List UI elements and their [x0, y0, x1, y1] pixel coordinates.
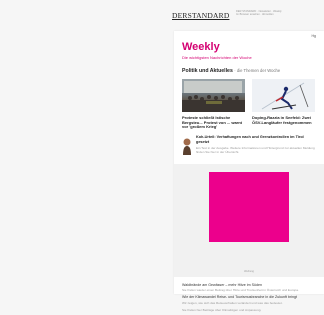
list-item-title: Koh-Urteil: Verhaftungen nach und Grenzk… [196, 135, 304, 144]
section-heading: Politik und Aktuelles · die Themen der W… [182, 68, 280, 74]
list-item-title[interactable]: Waldbrände am Gewässer – mehr Hitze im S… [182, 283, 324, 287]
header-meta-line[interactable]: Im Browser ansehen · Abmelden [236, 13, 282, 16]
section-title: Politik und Aktuelles [182, 68, 233, 74]
list-item-text: Wir zeigen, wie sich das Reiseverhalten … [182, 300, 283, 305]
list-item-text: Ein Text in der Ausgabe. Weitere Informa… [196, 146, 315, 154]
story-caption[interactable]: Doping-Razzia in Seefeld: Zwei ÖSV-Langl… [252, 115, 315, 125]
ad-banner[interactable] [209, 172, 289, 242]
top-bar: DERSTANDARD DER STANDARD · Newsletter · … [172, 10, 324, 24]
list-item-text: Sie finden hier Beiträge über Klimafolge… [182, 307, 262, 312]
list-item[interactable]: Koh-Urteil: Verhaftungen nach und Grenzk… [182, 135, 318, 159]
list-item-text: Sie finden wieder einen Beitrag über Hit… [182, 288, 299, 293]
story-caption[interactable]: Proteste schließt Istische Bergsteu... P… [182, 115, 245, 130]
section-suffix: · die Themen der Woche [234, 68, 281, 73]
list-item-title[interactable]: Wie der Klimawandel Reise- und Tourismus… [182, 295, 324, 299]
logo[interactable]: DERSTANDARD [172, 11, 229, 20]
ad-label: Werbung [244, 270, 254, 273]
bottom-list: Waldbrände am Gewässer – mehr Hitze im S… [182, 283, 324, 315]
ad-area: Werbung [174, 164, 324, 277]
story-image-protest[interactable] [182, 79, 245, 112]
newsletter-subtitle: Die wichtigsten Nachrichten der Woche [182, 55, 252, 60]
menu-tag[interactable]: Hg [312, 34, 316, 38]
portrait-thumbnail [183, 138, 191, 155]
newsletter-title: Weekly [182, 41, 220, 53]
header-meta: DER STANDARD · Newsletter · Weekly Im Br… [236, 10, 282, 17]
newsletter-body: Hg Weekly Die wichtigsten Nachrichten de… [174, 31, 324, 312]
story-image-skiing[interactable] [252, 79, 315, 112]
